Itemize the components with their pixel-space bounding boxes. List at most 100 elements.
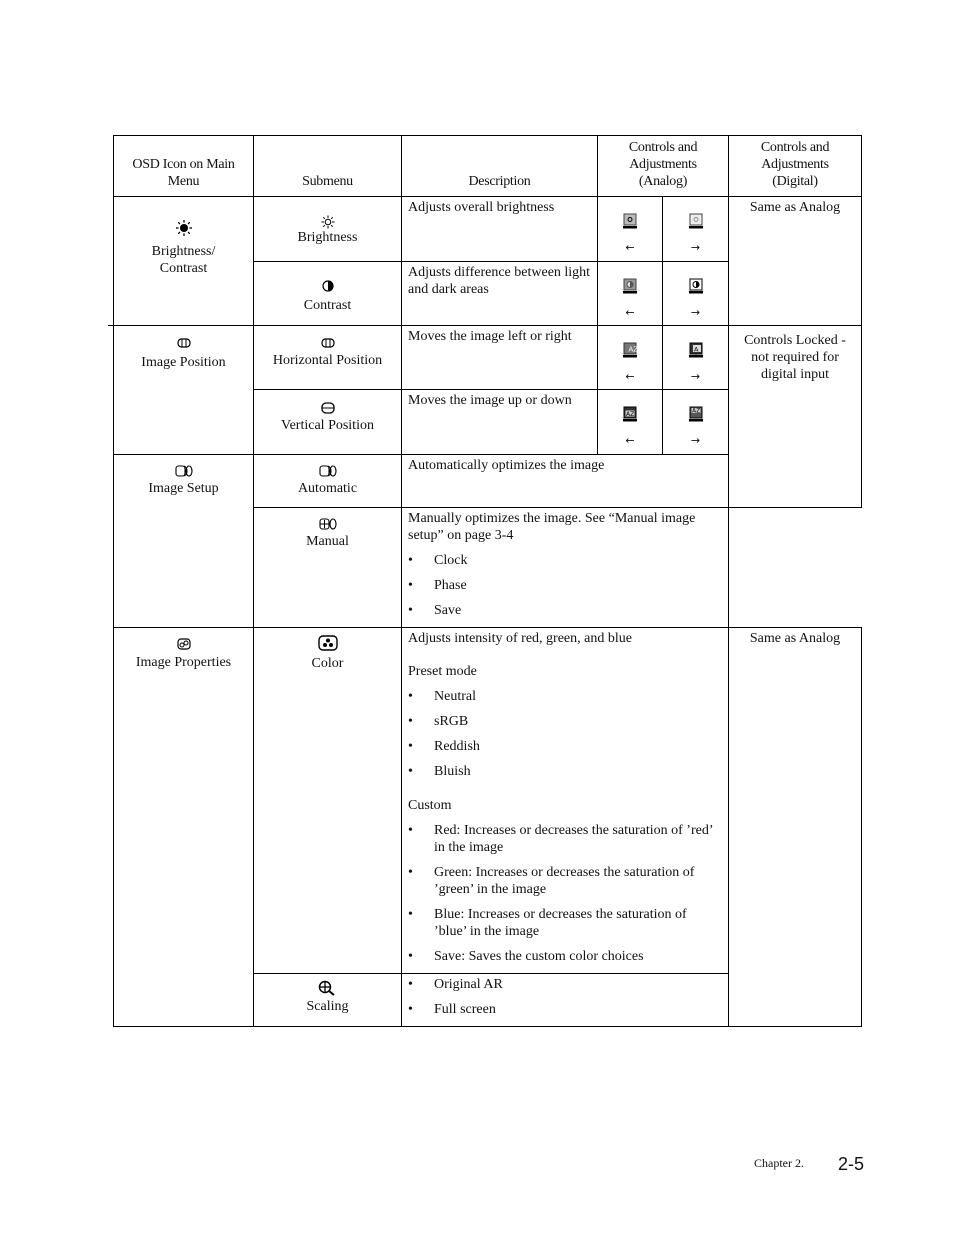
description-manual: Manually optimizes the image. See “Manua…: [401, 507, 729, 628]
submenu-manual[interactable]: Manual: [253, 507, 402, 628]
custom-label: Custom: [408, 798, 452, 813]
main-menu-label: Image Properties: [135, 655, 232, 670]
submenu-label: Color: [311, 656, 344, 671]
sun-icon: [175, 220, 192, 236]
description-color: Adjusts intensity of red, green, and blu…: [401, 627, 729, 974]
control-increase-contrast[interactable]: →: [662, 261, 729, 326]
automatic-icon: [318, 465, 337, 477]
right-arrow-icon: →: [690, 241, 701, 254]
main-menu-brightness-contrast: Brightness/ Contrast: [113, 196, 254, 326]
image-setup-icon: [174, 465, 193, 477]
submenu-label: Vertical Position: [281, 418, 374, 433]
control-increase-brightness[interactable]: →: [662, 196, 729, 262]
list-item: Reddish: [408, 738, 722, 755]
list-item: Blue: Increases or decreases the saturat…: [408, 906, 722, 940]
description-horizontal-position: Moves the image left or right: [401, 325, 598, 390]
list-item: Bluish: [408, 763, 722, 780]
header-osd-icon: OSD Icon on Main Menu: [113, 135, 254, 197]
osd-controls-table: OSD Icon on Main Menu Submenu Descriptio…: [113, 135, 862, 1027]
list-item: Phase: [408, 577, 722, 594]
left-arrow-icon: ←: [625, 306, 635, 319]
submenu-label: Brightness: [297, 230, 358, 245]
list-item: Clock: [408, 552, 722, 569]
monitor-brightness-low-icon: [623, 213, 637, 229]
control-move-down[interactable]: AZ ←: [597, 389, 663, 455]
control-decrease-brightness[interactable]: ←: [597, 196, 663, 262]
left-arrow-icon: ←: [625, 370, 635, 383]
header-analog: Controls and Adjustments (Analog): [597, 135, 729, 197]
list-item: sRGB: [408, 713, 722, 730]
digital-image-position-setup: Controls Locked - not required for digit…: [728, 325, 862, 508]
horizontal-position-icon: [320, 338, 335, 348]
description-text: Adjusts difference between light and dar…: [408, 265, 591, 297]
submenu-brightness[interactable]: Brightness: [253, 196, 402, 262]
svg-text:A: A: [694, 345, 699, 353]
svg-text:AZ: AZ: [626, 411, 634, 418]
manual-icon: [318, 518, 337, 530]
page-number: 2-5: [838, 1154, 865, 1174]
main-menu-image-setup: Image Setup: [113, 454, 254, 628]
right-arrow-icon: →: [690, 370, 701, 383]
control-decrease-contrast[interactable]: ←: [597, 261, 663, 326]
description-text: Moves the image left or right: [408, 329, 572, 344]
color-icon: [317, 635, 338, 651]
main-menu-label: Brightness/ Contrast: [151, 244, 216, 276]
control-move-left[interactable]: AZ ←: [597, 325, 663, 390]
submenu-vertical-position[interactable]: Vertical Position: [253, 389, 402, 455]
description-text: Manually optimizes the image. See “Manua…: [408, 511, 696, 543]
list-item: Neutral: [408, 688, 722, 705]
left-arrow-icon: ←: [625, 434, 635, 447]
monitor-move-down-icon: AZ: [623, 406, 637, 422]
position-icon: [176, 338, 191, 348]
chapter-label: Chapter 2.: [754, 1156, 804, 1170]
table-row: Image Position Horizontal Position Moves…: [113, 325, 862, 508]
description-text: Adjusts intensity of red, green, and blu…: [408, 631, 632, 646]
preset-mode-list: Neutral sRGB Reddish Bluish: [408, 688, 722, 780]
table-row: Brightness/ Contrast Brightness Adjusts …: [113, 196, 862, 326]
image-properties-icon: [176, 638, 191, 650]
monitor-contrast-low-icon: [623, 278, 637, 294]
submenu-automatic[interactable]: Automatic: [253, 454, 402, 508]
monitor-move-up-icon: AZ: [688, 406, 703, 422]
svg-text:AZ: AZ: [692, 408, 700, 415]
submenu-horizontal-position[interactable]: Horizontal Position: [253, 325, 402, 390]
monitor-brightness-high-icon: [688, 213, 703, 229]
submenu-label: Horizontal Position: [272, 353, 383, 368]
monitor-move-left-icon: AZ: [623, 342, 637, 358]
table-row: Image Properties Color Adjusts intensity…: [113, 627, 862, 1027]
description-scaling: Original AR Full screen: [401, 973, 729, 1027]
digital-brightness-contrast: Same as Analog: [728, 196, 862, 326]
submenu-contrast[interactable]: Contrast: [253, 261, 402, 326]
list-item: Green: Increases or decreases the satura…: [408, 864, 722, 898]
right-arrow-icon: →: [690, 434, 701, 447]
submenu-label: Automatic: [297, 481, 358, 496]
vertical-position-icon: [320, 402, 335, 414]
submenu-scaling[interactable]: Scaling: [253, 973, 402, 1027]
list-item: Original AR: [408, 976, 722, 993]
digital-image-properties: Same as Analog: [728, 627, 862, 1027]
main-menu-label: Image Setup: [148, 481, 219, 496]
header-submenu: Submenu: [253, 135, 402, 197]
manual-options-list: Clock Phase Save: [408, 552, 722, 619]
header-digital: Controls and Adjustments (Digital): [728, 135, 862, 197]
control-move-right[interactable]: A →: [662, 325, 729, 390]
preset-mode-label: Preset mode: [408, 664, 477, 679]
header-row: OSD Icon on Main Menu Submenu Descriptio…: [113, 135, 862, 197]
sun-outline-icon: [321, 215, 334, 229]
right-arrow-icon: →: [690, 306, 701, 319]
custom-list: Red: Increases or decreases the saturati…: [408, 822, 722, 965]
svg-text:AZ: AZ: [629, 346, 638, 354]
list-item: Save: Saves the custom color choices: [408, 948, 722, 965]
control-move-up[interactable]: AZ →: [662, 389, 729, 455]
submenu-color[interactable]: Color: [253, 627, 402, 974]
list-item: Save: [408, 602, 722, 619]
scaling-options-list: Original AR Full screen: [408, 976, 722, 1018]
monitor-move-right-icon: A: [688, 342, 703, 358]
contrast-icon: [321, 280, 334, 292]
submenu-label: Scaling: [306, 999, 349, 1014]
submenu-label: Manual: [306, 534, 349, 549]
submenu-label: Contrast: [303, 298, 352, 313]
main-menu-label: Image Position: [141, 355, 226, 370]
scaling-icon: [318, 980, 335, 996]
description-text: Automatically optimizes the image: [408, 458, 605, 473]
